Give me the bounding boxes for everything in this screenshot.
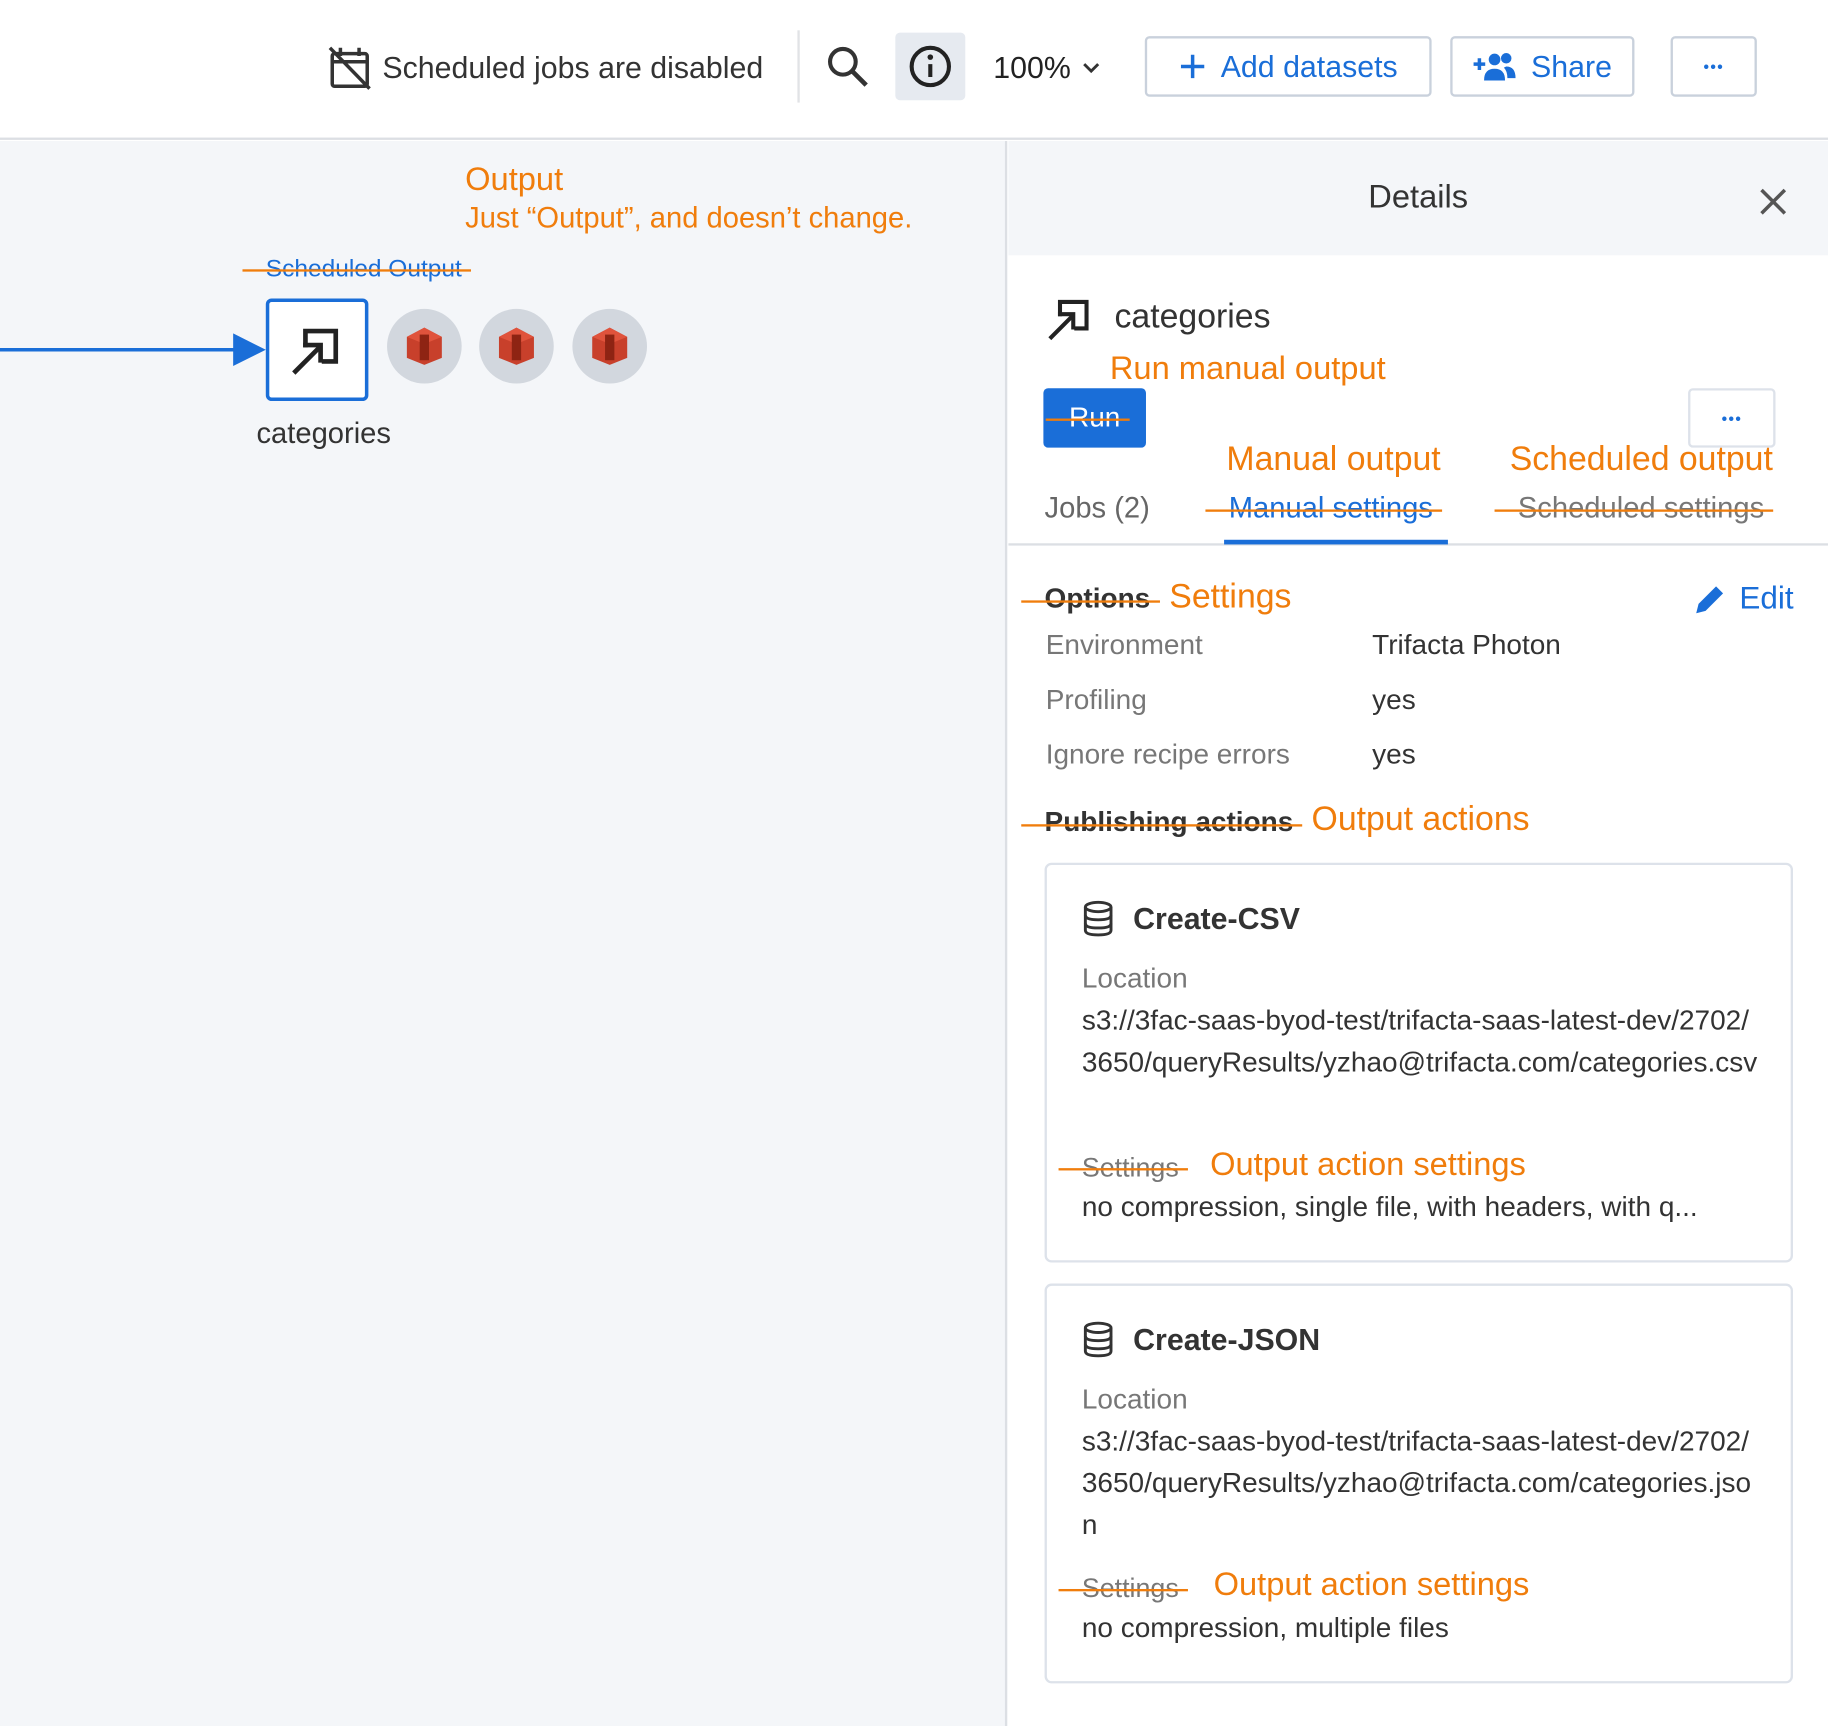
- chevron-down-icon: [1082, 63, 1099, 74]
- setting-value: yes: [1372, 739, 1416, 771]
- location-label: Location: [1081, 962, 1188, 995]
- s3-destination-badge[interactable]: [572, 308, 648, 384]
- location-path: s3://3fac-saas-byod-test/trifacta-saas-l…: [1081, 1425, 1752, 1542]
- setting-label: Environment: [1045, 629, 1203, 662]
- publishing-actions-heading: Publishing actions: [1021, 806, 1304, 839]
- search-button[interactable]: [818, 35, 876, 98]
- more-icon: •••: [1703, 57, 1725, 76]
- location-label: Location: [1081, 1383, 1188, 1416]
- edit-button[interactable]: Edit: [1693, 581, 1794, 617]
- top-toolbar: Scheduled jobs are disabled 100% Add dat…: [0, 0, 1828, 140]
- info-button[interactable]: [895, 32, 966, 101]
- tab-scheduled-settings[interactable]: Scheduled settings: [1494, 492, 1774, 526]
- close-icon[interactable]: [1755, 183, 1792, 220]
- info-icon: [909, 45, 952, 88]
- publishing-action-card[interactable]: Create-JSON Location s3://3fac-saas-byod…: [1044, 1283, 1794, 1684]
- annotation-output-action-settings: Output action settings: [1210, 1145, 1526, 1183]
- action-settings-label: Settings: [1058, 1572, 1189, 1603]
- calendar-disabled-icon: [328, 46, 371, 90]
- s3-bucket-icon: [498, 327, 534, 365]
- annotation-output-actions: Output actions: [1311, 800, 1530, 839]
- s3-bucket-icon: [592, 327, 628, 365]
- action-settings-label: Settings: [1058, 1151, 1189, 1183]
- scheduled-jobs-status[interactable]: Scheduled jobs are disabled: [326, 42, 763, 93]
- run-label: Run: [1045, 401, 1130, 434]
- node-label: categories: [256, 417, 391, 450]
- struck-scheduled-output-label: Scheduled Output: [242, 255, 472, 283]
- action-name: Create-JSON: [1133, 1321, 1321, 1357]
- plus-icon: [1181, 54, 1205, 79]
- annotation-scheduled-output: Scheduled output: [1509, 440, 1773, 478]
- tab-manual-settings[interactable]: Manual settings: [1205, 492, 1443, 526]
- output-icon: [292, 328, 339, 375]
- flow-connector-arrow: [0, 333, 266, 367]
- active-tab-indicator: [1224, 539, 1448, 545]
- scheduled-jobs-label: Scheduled jobs are disabled: [382, 49, 764, 85]
- annotation-manual-output: Manual output: [1226, 440, 1441, 478]
- output-icon: [1048, 299, 1089, 341]
- annotation-output-action-settings: Output action settings: [1213, 1565, 1530, 1602]
- action-title: Create-JSON: [1082, 1321, 1320, 1358]
- tab-jobs[interactable]: Jobs (2): [1045, 492, 1150, 526]
- output-node-categories[interactable]: [265, 298, 369, 402]
- s3-destination-badge[interactable]: [387, 308, 462, 384]
- publishing-action-card[interactable]: Create-CSV Location s3://3fac-saas-byod-…: [1044, 862, 1794, 1263]
- share-label: Share: [1531, 48, 1612, 84]
- share-button[interactable]: Share: [1450, 36, 1635, 97]
- annotation-output-title: Output: [465, 160, 564, 198]
- annotation-settings: Settings: [1169, 578, 1292, 616]
- edit-label: Edit: [1739, 580, 1794, 616]
- toolbar-divider: [797, 30, 800, 103]
- s3-destination-badge[interactable]: [479, 308, 554, 384]
- setting-value: Trifacta Photon: [1372, 629, 1561, 662]
- action-title: Create-CSV: [1082, 900, 1300, 937]
- add-people-icon: [1473, 53, 1516, 81]
- setting-label: Profiling: [1045, 684, 1147, 716]
- search-icon: [828, 46, 868, 87]
- run-button[interactable]: Run: [1043, 388, 1146, 448]
- action-settings-value: no compression, multiple files: [1081, 1612, 1449, 1644]
- options-heading: Options: [1021, 582, 1160, 615]
- action-settings-value: no compression, single file, with header…: [1081, 1191, 1698, 1223]
- location-path: s3://3fac-saas-byod-test/trifacta-saas-l…: [1081, 1004, 1758, 1079]
- details-more-button[interactable]: •••: [1688, 388, 1776, 448]
- zoom-select[interactable]: 100%: [993, 44, 1101, 91]
- database-icon: [1083, 900, 1113, 937]
- more-icon: •••: [1721, 408, 1743, 428]
- setting-value: yes: [1372, 684, 1416, 716]
- setting-label: Ignore recipe errors: [1045, 739, 1290, 771]
- zoom-level: 100%: [993, 49, 1071, 85]
- more-options-button[interactable]: •••: [1670, 36, 1757, 97]
- add-datasets-button[interactable]: Add datasets: [1144, 36, 1432, 97]
- details-header: Details: [1008, 141, 1828, 256]
- annotation-output-note: Just “Output”, and doesn’t change.: [465, 201, 913, 235]
- pencil-icon: [1696, 585, 1724, 613]
- details-object-name: categories: [1114, 298, 1271, 336]
- annotation-run-manual-output: Run manual output: [1109, 349, 1386, 386]
- add-datasets-label: Add datasets: [1220, 48, 1398, 84]
- s3-bucket-icon: [406, 327, 442, 365]
- action-name: Create-CSV: [1133, 900, 1300, 936]
- details-title: Details: [1368, 178, 1469, 215]
- database-icon: [1083, 1321, 1113, 1358]
